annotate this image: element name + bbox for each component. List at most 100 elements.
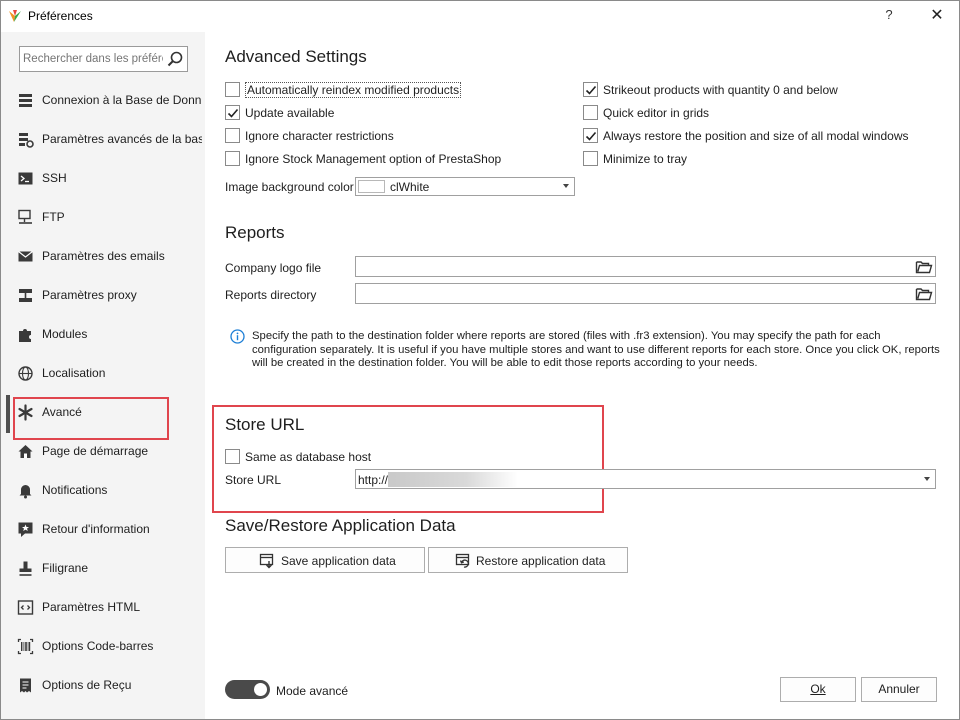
- sidebar-item-label: Page de démarrage: [42, 444, 149, 458]
- ok-button[interactable]: Ok: [780, 677, 856, 702]
- chevron-down-icon[interactable]: [563, 184, 569, 188]
- cancel-button-label: Annuler: [878, 682, 920, 696]
- receipt-icon: [20, 678, 31, 693]
- save-button-label: Save application data: [281, 554, 396, 568]
- sidebar-item-6[interactable]: Paramètres proxy: [1, 278, 205, 312]
- bell-icon: [19, 485, 32, 499]
- checkbox-label: Quick editor in grids: [603, 106, 710, 120]
- save-restore-title: Save/Restore Application Data: [225, 516, 456, 535]
- sidebar-item-label: FTP: [42, 210, 65, 224]
- cancel-button[interactable]: Annuler: [861, 677, 937, 702]
- active-indicator: [6, 395, 10, 433]
- store-url-select[interactable]: http://: [355, 469, 936, 489]
- globe-icon: [18, 366, 33, 381]
- checkbox-label: Always restore the position and size of …: [603, 129, 909, 143]
- checkbox[interactable]: [583, 105, 598, 120]
- sidebar-item-5[interactable]: Paramètres des emails: [1, 239, 205, 273]
- checkbox-label: Minimize to tray: [603, 152, 688, 166]
- image-bg-label: Image background color: [225, 180, 354, 194]
- code-icon: [17, 600, 34, 615]
- sidebar-item-2[interactable]: Paramètres avancés de la base de données: [1, 122, 205, 156]
- advanced-mode-label: Mode avancé: [276, 684, 349, 698]
- sidebar-item-label: Paramètres proxy: [42, 288, 137, 302]
- checkbox-label: Ignore character restrictions: [245, 129, 394, 143]
- sidebar-item-13[interactable]: Filigrane: [1, 551, 205, 585]
- title-bar: Préférences ? ✕: [1, 1, 959, 32]
- barcode-icon: [17, 638, 34, 655]
- terminal-icon: [18, 172, 33, 185]
- puzzle-icon: [19, 329, 31, 342]
- proxy-icon: [19, 289, 32, 302]
- sidebar-item-label: Options de Reçu: [42, 678, 132, 692]
- sidebar-item-1[interactable]: Connexion à la Base de Données: [1, 83, 205, 117]
- sidebar-item-label: Retour d'information: [42, 522, 150, 536]
- checkbox[interactable]: [583, 128, 598, 143]
- home-icon: [18, 445, 33, 458]
- folder-open-icon[interactable]: [915, 285, 933, 302]
- search-icon[interactable]: [166, 50, 184, 68]
- sidebar-item-label: Modules: [42, 327, 88, 341]
- sidebar-item-8[interactable]: Localisation: [1, 356, 205, 390]
- checkbox[interactable]: [225, 151, 240, 166]
- reports-directory-field[interactable]: [355, 283, 936, 304]
- feedback-icon: [18, 522, 33, 537]
- store-url-title: Store URL: [225, 415, 305, 434]
- envelope-icon: [18, 251, 33, 262]
- window-title: Préférences: [28, 9, 93, 23]
- sidebar-item-12[interactable]: Retour d'information: [1, 512, 205, 546]
- sidebar-item-15[interactable]: Options Code-barres: [1, 629, 205, 663]
- chevron-down-icon[interactable]: [924, 477, 930, 481]
- sidebar-item-11[interactable]: Notifications: [1, 473, 205, 507]
- sidebar-item-7[interactable]: Modules: [1, 317, 205, 351]
- sidebar-item-label: Paramètres avancés de la base de données: [42, 132, 202, 146]
- checkbox[interactable]: [225, 82, 240, 97]
- checkbox-label: Ignore Stock Management option of Presta…: [245, 152, 502, 166]
- search-box[interactable]: [19, 46, 188, 72]
- sidebar-item-16[interactable]: Options de Reçu: [1, 668, 205, 702]
- info-icon: [230, 329, 245, 344]
- same-as-host-checkbox[interactable]: [225, 449, 240, 464]
- sidebar-item-label: Paramètres HTML: [42, 600, 141, 614]
- redacted-url-blur: [388, 472, 518, 487]
- sidebar-item-label: Connexion à la Base de Données: [42, 93, 202, 107]
- search-input[interactable]: [23, 50, 163, 68]
- checkbox-label: Strikeout products with quantity 0 and b…: [603, 83, 838, 97]
- store-url-label: Store URL: [225, 473, 282, 487]
- advanced-settings-title: Advanced Settings: [225, 47, 367, 66]
- sidebar: Connexion à la Base de Données Paramètres…: [1, 32, 205, 719]
- sidebar-item-label: SSH: [42, 171, 67, 185]
- reports-directory-label: Reports directory: [225, 288, 317, 302]
- checkbox[interactable]: [225, 128, 240, 143]
- ftp-icon: [18, 209, 32, 224]
- checkbox[interactable]: [583, 151, 598, 166]
- database-icon: [19, 94, 32, 107]
- preferences-window: Préférences ? ✕ Connexion à la Base de D…: [0, 0, 960, 720]
- sidebar-item-3[interactable]: SSH: [1, 161, 205, 195]
- toggle-knob: [254, 683, 267, 696]
- reports-info-text: Specify the path to the destination fold…: [252, 330, 940, 369]
- color-swatch: [358, 180, 385, 193]
- close-button[interactable]: ✕: [927, 7, 947, 27]
- image-bg-value: clWhite: [390, 180, 430, 194]
- same-as-host-label: Same as database host: [245, 450, 372, 464]
- sidebar-item-14[interactable]: Paramètres HTML: [1, 590, 205, 624]
- company-logo-field[interactable]: [355, 256, 936, 277]
- sidebar-item-4[interactable]: FTP: [1, 200, 205, 234]
- save-data-icon: [259, 553, 274, 569]
- checkbox-label: Update available: [245, 106, 335, 120]
- folder-open-icon[interactable]: [915, 258, 933, 275]
- checkbox[interactable]: [583, 82, 598, 97]
- avance-highlight: [13, 397, 169, 440]
- image-bg-color-select[interactable]: clWhite: [355, 177, 575, 196]
- checkbox-label: Automatically reindex modified products: [245, 82, 462, 98]
- store-url-value: http://: [358, 473, 389, 487]
- checkbox[interactable]: [225, 105, 240, 120]
- restore-application-data-button[interactable]: Restore application data: [428, 547, 628, 573]
- sidebar-item-label: Paramètres des emails: [42, 249, 165, 263]
- save-application-data-button[interactable]: Save application data: [225, 547, 425, 573]
- sidebar-item-label: Localisation: [42, 366, 106, 380]
- reports-title: Reports: [225, 223, 285, 242]
- help-button[interactable]: ?: [880, 7, 898, 25]
- advanced-mode-toggle[interactable]: [225, 680, 270, 699]
- sidebar-item-label: Filigrane: [42, 561, 89, 575]
